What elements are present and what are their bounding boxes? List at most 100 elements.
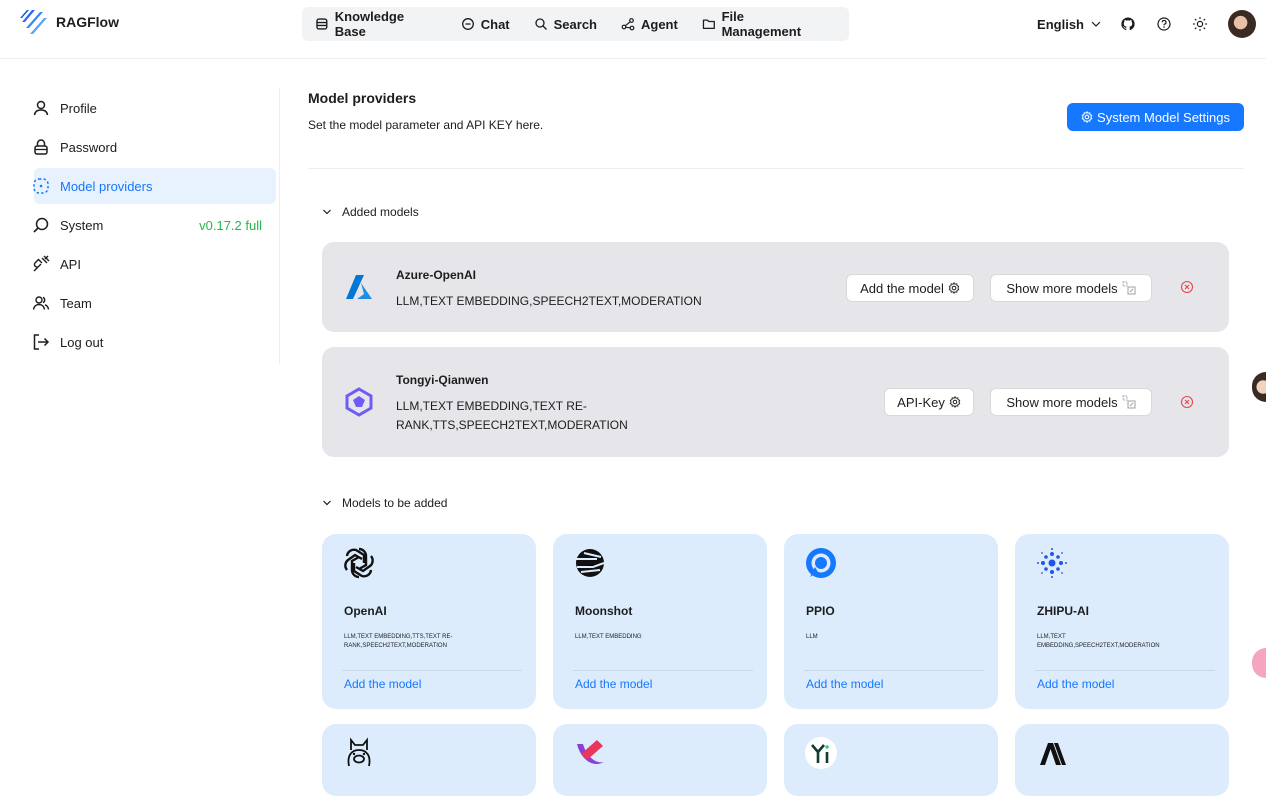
- main-content: Model providers Set the model parameter …: [308, 90, 1244, 169]
- nav-label: Knowledge Base: [334, 9, 405, 39]
- ppio-logo-icon: [806, 548, 836, 578]
- chevron-down-icon: [1091, 21, 1101, 27]
- sidebar-item-team[interactable]: Team: [32, 285, 276, 321]
- app-logo[interactable]: RAGFlow: [18, 8, 119, 36]
- provider-tags: LLM,TEXT EMBEDDING,SPEECH2TEXT,MODERATIO…: [1037, 633, 1217, 651]
- team-icon: [30, 292, 52, 314]
- nav-agent[interactable]: Agent: [621, 17, 678, 32]
- button-label: Add the model: [860, 280, 944, 296]
- provider-card-moonshot[interactable]: Moonshot LLM,TEXT EMBEDDING Add the mode…: [553, 534, 767, 709]
- nav-search[interactable]: Search: [534, 17, 597, 32]
- model-tags-line: LLM,TEXT EMBEDDING,TEXT RE-: [396, 399, 587, 413]
- button-label: Show more models: [1006, 394, 1118, 410]
- provider-name: Moonshot: [575, 604, 633, 618]
- assistant-avatar-floater[interactable]: [1252, 372, 1266, 402]
- nav-label: File Management: [721, 9, 802, 39]
- app-name: RAGFlow: [56, 14, 119, 30]
- settings-sidebar: Profile Password Model providers System …: [32, 90, 276, 363]
- provider-card-anthropic[interactable]: [1015, 724, 1229, 796]
- help-icon[interactable]: [1156, 16, 1172, 32]
- provider-tags: LLM,TEXT EMBEDDING: [575, 633, 755, 642]
- sidebar-item-label: Password: [60, 139, 118, 155]
- show-more-models-button[interactable]: Show more models: [990, 274, 1152, 302]
- chevron-down-icon: [323, 209, 331, 215]
- header-actions: English: [1037, 10, 1256, 38]
- button-label: API-Key: [897, 394, 945, 410]
- folder-icon: [702, 19, 715, 30]
- expand-icon: [1122, 395, 1136, 409]
- provider-tags-line: LLM,TEXT: [1037, 634, 1066, 640]
- theme-toggle-icon[interactable]: [1192, 16, 1208, 32]
- language-select[interactable]: English: [1037, 17, 1102, 32]
- search-icon: [534, 18, 547, 30]
- delete-icon[interactable]: [1180, 280, 1194, 294]
- agent-graph-icon: [621, 18, 635, 31]
- provider-tags-line: EMBEDDING,SPEECH2TEXT,MODERATION: [1037, 643, 1160, 649]
- add-model-link[interactable]: Add the model: [806, 677, 883, 691]
- database-icon: [316, 18, 328, 30]
- nav-label: Chat: [480, 16, 510, 32]
- nav-knowledge-base[interactable]: Knowledge Base: [315, 9, 437, 39]
- nav-chat[interactable]: Chat: [461, 17, 510, 32]
- feedback-floater[interactable]: [1252, 648, 1266, 678]
- button-label: Show more models: [1006, 280, 1118, 296]
- provider-tags: LLM,TEXT EMBEDDING,TTS,TEXT RE- RANK,SPE…: [344, 633, 524, 651]
- top-header: RAGFlow Knowledge Base Chat Search Agent…: [0, 0, 1266, 48]
- provider-tags-line: LLM,TEXT EMBEDDING: [575, 634, 642, 640]
- sidebar-item-system[interactable]: System v0.17.2 full: [33, 207, 276, 243]
- provider-card-yi[interactable]: [784, 724, 998, 796]
- section-label: Models to be added: [342, 496, 448, 510]
- yi-logo-icon: [805, 737, 837, 769]
- provider-card-zhipu-ai[interactable]: ZHIPU-AI LLM,TEXT EMBEDDING,SPEECH2TEXT,…: [1015, 534, 1229, 709]
- system-model-settings-label: System Model Settings: [1097, 109, 1230, 125]
- add-model-link[interactable]: Add the model: [1037, 677, 1114, 691]
- sidebar-item-api[interactable]: API: [33, 246, 276, 282]
- provider-card-ppio[interactable]: PPIO LLM Add the model: [784, 534, 998, 709]
- gear-icon: [948, 282, 960, 294]
- nav-label: Agent: [641, 16, 678, 32]
- user-icon: [30, 97, 52, 119]
- add-model-link[interactable]: Add the model: [575, 677, 652, 691]
- card-divider: [1035, 670, 1215, 671]
- chat-bubble-icon: [461, 18, 474, 30]
- provider-card-ollama[interactable]: [322, 724, 536, 796]
- delete-icon[interactable]: [1180, 395, 1194, 409]
- api-key-button[interactable]: API-Key: [884, 388, 974, 416]
- show-more-models-button[interactable]: Show more models: [990, 388, 1152, 416]
- zhipu-logo-icon: [1037, 548, 1067, 578]
- nav-file-management[interactable]: File Management: [702, 9, 825, 39]
- tongyi-logo-icon: [345, 387, 373, 417]
- model-tags: LLM,TEXT EMBEDDING,SPEECH2TEXT,MODERATIO…: [396, 294, 702, 308]
- github-icon[interactable]: [1120, 16, 1136, 32]
- add-model-button[interactable]: Add the model: [846, 274, 974, 302]
- card-divider: [573, 670, 753, 671]
- sidebar-item-password[interactable]: Password: [34, 129, 276, 165]
- ragflow-logo-icon: [20, 10, 47, 34]
- sidebar-item-log-out[interactable]: Log out: [33, 324, 276, 360]
- azure-logo-icon: [346, 275, 372, 299]
- models-to-be-added-toggle[interactable]: Models to be added: [322, 496, 447, 510]
- main-divider: [308, 168, 1244, 169]
- anthropic-logo-icon: [1040, 743, 1066, 765]
- add-model-link[interactable]: Add the model: [344, 677, 421, 691]
- lock-icon: [30, 136, 52, 158]
- expand-icon: [1122, 281, 1136, 295]
- provider-tags: LLM: [806, 633, 986, 642]
- language-value: English: [1037, 16, 1084, 32]
- sidebar-item-profile[interactable]: Profile: [33, 90, 276, 126]
- section-label: Added models: [342, 205, 419, 219]
- system-model-settings-button[interactable]: System Model Settings: [1067, 103, 1244, 131]
- provider-card-openai[interactable]: OpenAI LLM,TEXT EMBEDDING,TTS,TEXT RE- R…: [322, 534, 536, 709]
- avatar[interactable]: [1228, 10, 1256, 38]
- sidebar-item-model-providers[interactable]: Model providers: [33, 168, 276, 204]
- card-divider: [342, 670, 522, 671]
- sidebar-item-label: Model providers: [60, 178, 153, 194]
- model-name: Tongyi-Qianwen: [396, 373, 489, 387]
- main-nav: Knowledge Base Chat Search Agent File Ma…: [302, 7, 849, 41]
- provider-card-xinference[interactable]: [553, 724, 767, 796]
- added-models-toggle[interactable]: Added models: [322, 205, 419, 219]
- provider-name: OpenAI: [344, 604, 387, 618]
- provider-tags-line: RANK,SPEECH2TEXT,MODERATION: [344, 643, 447, 649]
- gear-icon: [1081, 111, 1093, 123]
- provider-tags-line: LLM,TEXT EMBEDDING,TTS,TEXT RE-: [344, 634, 453, 640]
